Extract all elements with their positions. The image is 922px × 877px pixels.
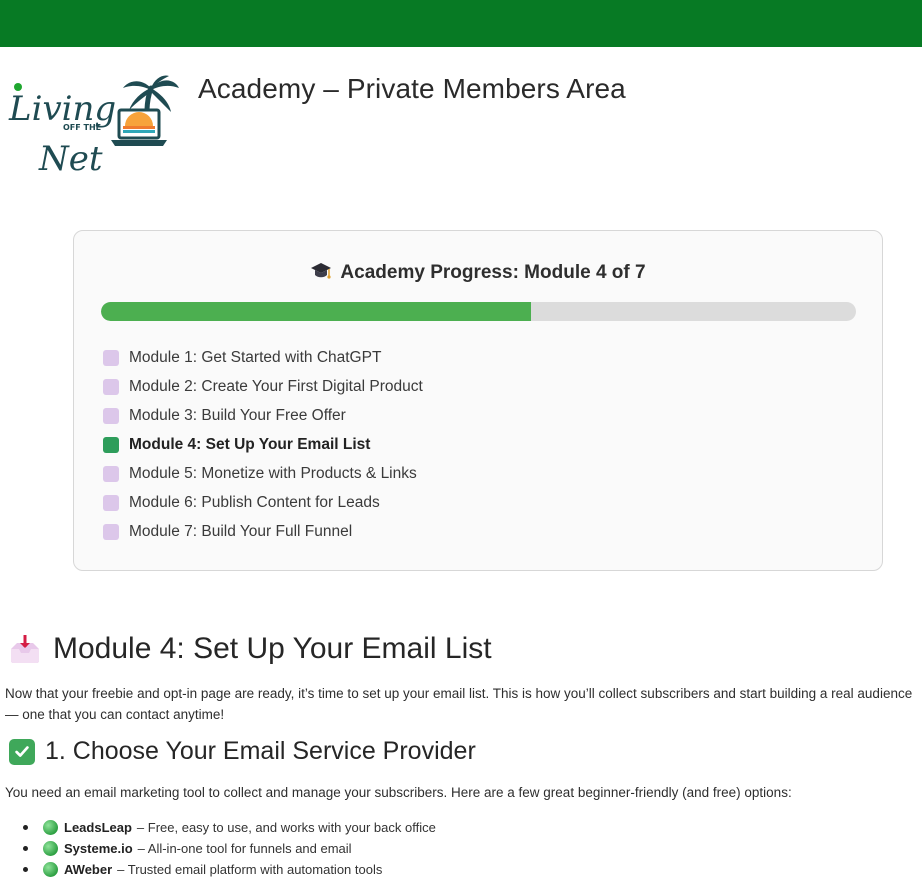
module-list-item[interactable]: Module 5: Monetize with Products & Links bbox=[103, 459, 423, 488]
module-label: Module 7: Build Your Full Funnel bbox=[129, 522, 353, 540]
logo-line2: OFF THE bbox=[63, 123, 101, 132]
module-label: Module 1: Get Started with ChatGPT bbox=[129, 348, 382, 366]
graduation-cap-icon bbox=[311, 263, 332, 279]
purple-square-icon bbox=[103, 523, 119, 540]
green-circle-icon bbox=[43, 862, 58, 877]
provider-list-item: LeadsLeap – Free, easy to use, and works … bbox=[23, 817, 436, 838]
section-heading: 1. Choose Your Email Service Provider bbox=[9, 737, 476, 766]
provider-description: – Free, easy to use, and works with your… bbox=[136, 820, 436, 835]
check-mark-icon bbox=[9, 738, 35, 765]
bullet bbox=[23, 867, 28, 872]
green-circle-icon bbox=[43, 841, 58, 856]
intro-paragraph: Now that your freebie and opt-in page ar… bbox=[5, 686, 913, 722]
purple-square-icon bbox=[103, 349, 119, 366]
purple-square-icon bbox=[103, 465, 119, 482]
progress-heading: Academy Progress: Module 4 of 7 bbox=[74, 262, 882, 284]
progress-bar bbox=[101, 302, 856, 321]
bullet bbox=[23, 825, 28, 830]
provider-description: – Trusted email platform with automation… bbox=[117, 862, 383, 877]
purple-square-icon bbox=[103, 494, 119, 511]
section-title: 1. Choose Your Email Service Provider bbox=[45, 737, 476, 765]
logo-line3: Net bbox=[38, 139, 103, 178]
module-title: Module 4: Set Up Your Email List bbox=[53, 632, 492, 665]
module-list-item[interactable]: Module 3: Build Your Free Offer bbox=[103, 401, 423, 430]
module-list-item[interactable]: Module 2: Create Your First Digital Prod… bbox=[103, 372, 423, 401]
provider-list: LeadsLeap – Free, easy to use, and works … bbox=[23, 817, 436, 877]
module-list: Module 1: Get Started with ChatGPT Module… bbox=[103, 343, 423, 546]
module-label: Module 4: Set Up Your Email List bbox=[129, 435, 371, 453]
provider-list-item: Systeme.io – All-in-one tool for funnels … bbox=[23, 838, 436, 859]
module-list-item[interactable]: Module 6: Publish Content for Leads bbox=[103, 488, 423, 517]
module-label: Module 2: Create Your First Digital Prod… bbox=[129, 377, 423, 395]
progress-card: Academy Progress: Module 4 of 7 Module 1… bbox=[73, 230, 883, 571]
module-list-item[interactable]: Module 4: Set Up Your Email List bbox=[103, 430, 423, 459]
page-title: Academy – Private Members Area bbox=[198, 73, 626, 104]
top-banner bbox=[0, 0, 922, 47]
provider-description: – All-in-one tool for funnels and email bbox=[137, 841, 352, 856]
green-square-icon bbox=[103, 436, 119, 453]
palm-tree-laptop-logo: Living OFF THE Net bbox=[8, 75, 179, 178]
purple-square-icon bbox=[103, 407, 119, 424]
progress-heading-text: Academy Progress: Module 4 of 7 bbox=[340, 262, 646, 283]
inbox-tray-icon bbox=[11, 635, 39, 663]
module-label: Module 6: Publish Content for Leads bbox=[129, 493, 380, 511]
green-circle-icon bbox=[43, 820, 58, 835]
section-text: You need an email marketing tool to coll… bbox=[5, 785, 792, 800]
provider-name: LeadsLeap bbox=[64, 820, 132, 835]
provider-list-item: AWeber – Trusted email platform with auto… bbox=[23, 859, 436, 877]
provider-name: AWeber bbox=[64, 862, 113, 877]
bullet bbox=[23, 846, 28, 851]
provider-name: Systeme.io bbox=[64, 841, 133, 856]
module-label: Module 5: Monetize with Products & Links bbox=[129, 464, 417, 482]
site-logo[interactable]: Living OFF THE Net bbox=[5, 74, 180, 178]
module-list-item[interactable]: Module 1: Get Started with ChatGPT bbox=[103, 343, 423, 372]
progress-bar-fill bbox=[101, 302, 532, 321]
module-heading: Module 4: Set Up Your Email List bbox=[9, 632, 492, 666]
purple-square-icon bbox=[103, 378, 119, 395]
module-list-item[interactable]: Module 7: Build Your Full Funnel bbox=[103, 517, 423, 546]
module-label: Module 3: Build Your Free Offer bbox=[129, 406, 346, 424]
